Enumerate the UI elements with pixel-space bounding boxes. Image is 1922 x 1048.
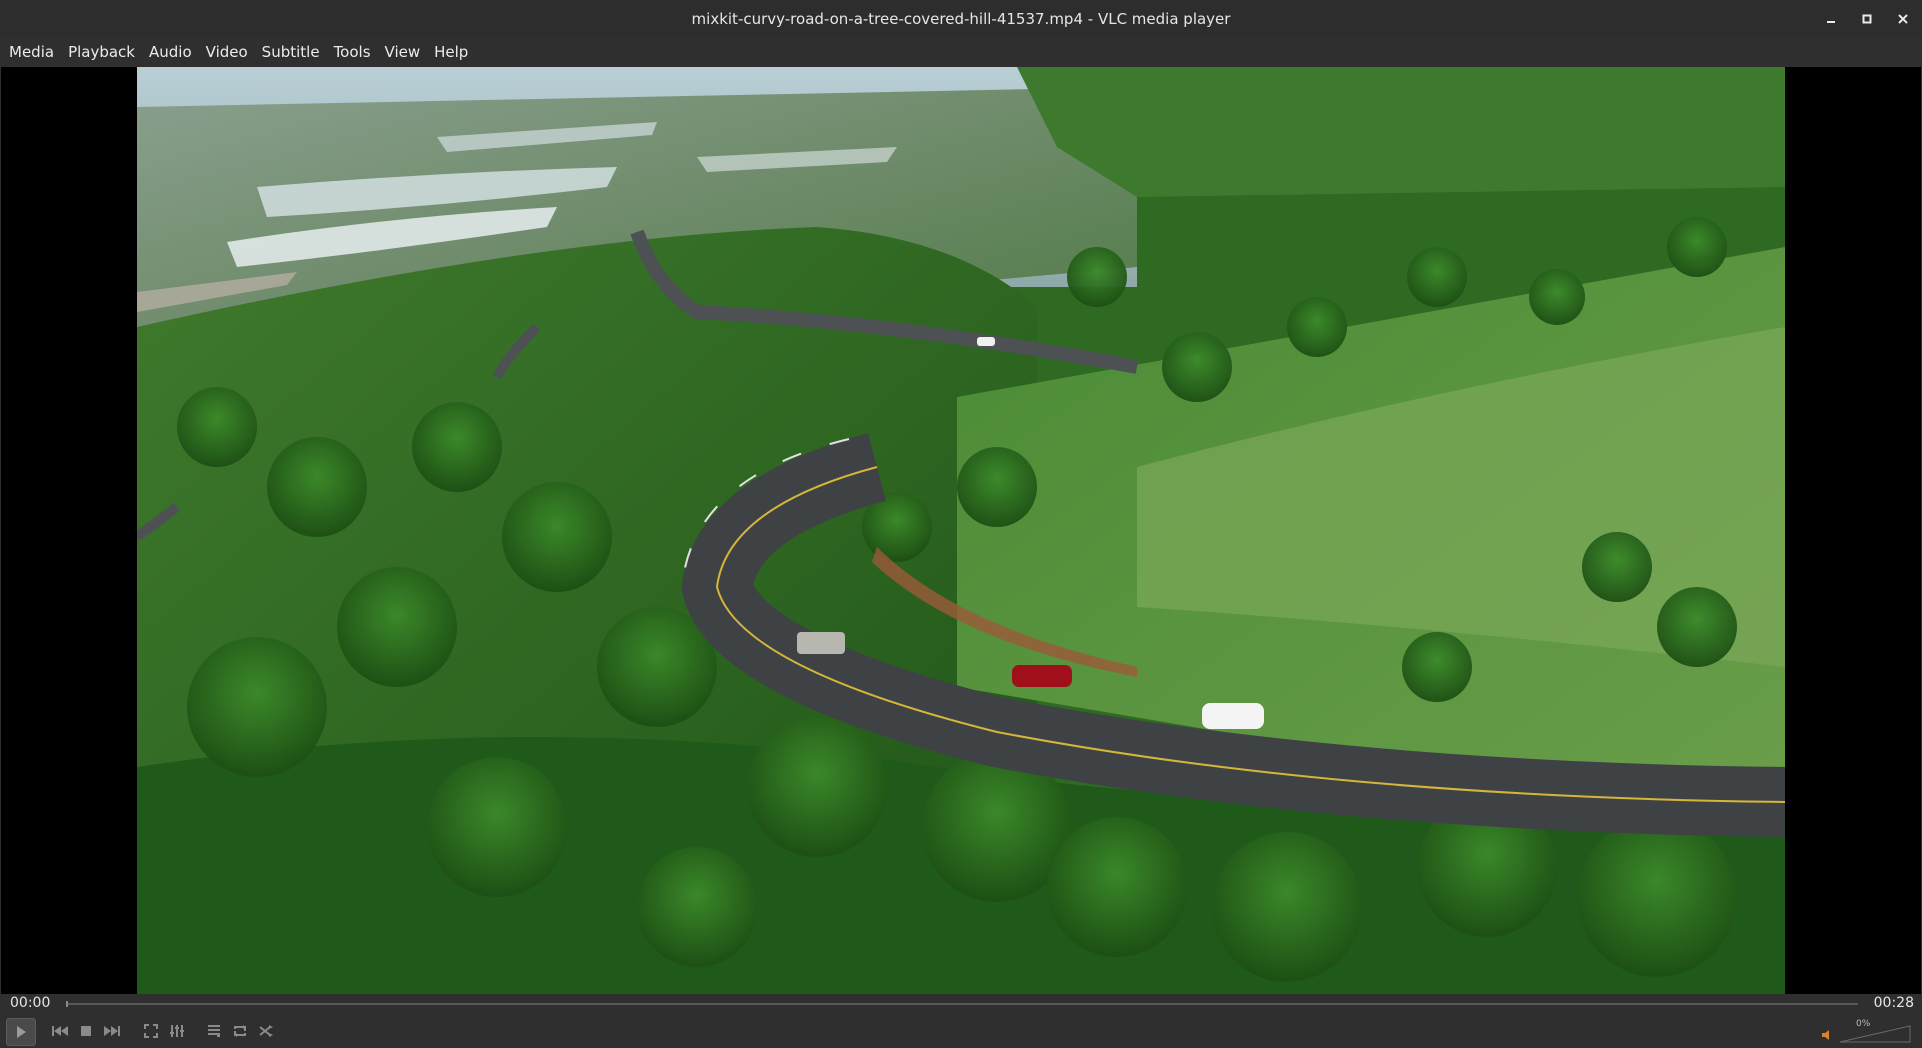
loop-icon: [234, 1025, 246, 1037]
window-title: mixkit-curvy-road-on-a-tree-covered-hill…: [691, 10, 1231, 28]
extended-settings-button[interactable]: [166, 1020, 188, 1042]
minimize-icon: [1827, 21, 1835, 23]
fullscreen-icon: [144, 1024, 158, 1038]
title-bar: mixkit-curvy-road-on-a-tree-covered-hill…: [0, 0, 1922, 39]
video-frame-image: [137, 67, 1785, 994]
menu-playback[interactable]: Playback: [61, 39, 142, 65]
menu-subtitle[interactable]: Subtitle: [255, 39, 327, 65]
stop-button[interactable]: [75, 1020, 97, 1042]
elapsed-time: 00:00: [10, 995, 51, 1011]
menu-audio[interactable]: Audio: [142, 39, 199, 65]
shuffle-icon: [259, 1025, 273, 1037]
vlc-window: mixkit-curvy-road-on-a-tree-covered-hill…: [0, 0, 1922, 1048]
next-button[interactable]: [101, 1020, 123, 1042]
playlist-button[interactable]: [203, 1020, 225, 1042]
fullscreen-button[interactable]: [140, 1020, 162, 1042]
maximize-button[interactable]: [1856, 8, 1878, 30]
play-button[interactable]: [6, 1018, 36, 1046]
seek-slider[interactable]: [66, 1001, 1858, 1007]
menu-bar: Media Playback Audio Video Subtitle Tool…: [0, 38, 1922, 66]
volume-icon[interactable]: [1820, 1028, 1834, 1042]
video-display[interactable]: [1, 67, 1921, 994]
volume-slider[interactable]: [1838, 1022, 1912, 1044]
menu-view[interactable]: View: [378, 39, 428, 65]
previous-button[interactable]: [49, 1020, 71, 1042]
maximize-icon: [1862, 14, 1872, 24]
menu-media[interactable]: Media: [2, 39, 61, 65]
playlist-icon: [208, 1025, 220, 1037]
previous-icon: [52, 1026, 68, 1036]
minimize-button[interactable]: [1820, 8, 1842, 30]
total-time[interactable]: 00:28: [1874, 995, 1914, 1011]
next-icon: [104, 1026, 120, 1036]
menu-video[interactable]: Video: [199, 39, 255, 65]
menu-help[interactable]: Help: [427, 39, 475, 65]
control-bar: 0%: [0, 1014, 1922, 1048]
video-frame: [137, 67, 1785, 994]
close-button[interactable]: [1892, 8, 1914, 30]
close-icon: [1898, 14, 1908, 24]
menu-tools[interactable]: Tools: [327, 39, 378, 65]
loop-button[interactable]: [229, 1020, 251, 1042]
seek-handle[interactable]: [66, 1001, 68, 1007]
window-controls: [1820, 0, 1914, 38]
volume-percent-label: 0%: [1856, 1019, 1871, 1029]
extended-settings-icon: [170, 1025, 184, 1037]
shuffle-button[interactable]: [255, 1020, 277, 1042]
volume-control: 0%: [1820, 1019, 1916, 1044]
seek-row: 00:00 00:28: [0, 994, 1922, 1014]
play-icon: [17, 1026, 26, 1038]
stop-icon: [81, 1026, 91, 1036]
